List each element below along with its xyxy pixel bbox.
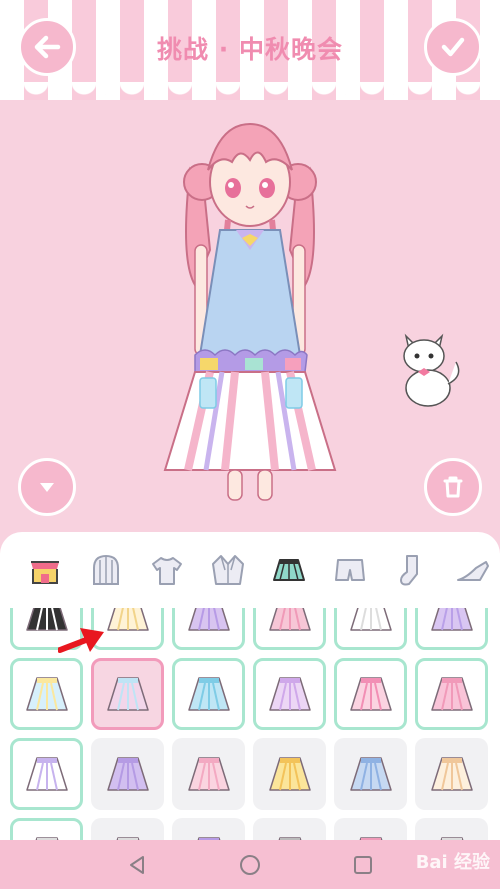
jacket-icon	[211, 555, 244, 585]
item-cell[interactable]	[10, 738, 83, 810]
item-cell[interactable]	[415, 738, 488, 810]
red-arrow-icon	[58, 628, 104, 653]
skirt-item-icon	[430, 677, 473, 711]
skirt-item-icon	[359, 837, 382, 840]
category-tabbar	[0, 532, 500, 608]
nav-back-button[interactable]	[122, 850, 152, 880]
skirt-icon	[272, 559, 305, 581]
trash-button[interactable]	[424, 458, 482, 516]
skirt-item-icon	[440, 837, 463, 840]
skirt-item-icon	[106, 608, 149, 631]
skirt-item-icon	[268, 608, 311, 631]
character-avatar	[163, 122, 337, 501]
item-row	[10, 818, 500, 840]
item-cell[interactable]	[172, 818, 245, 840]
tab-shoes[interactable]	[441, 540, 500, 600]
nav-back-icon	[129, 855, 144, 874]
item-cell[interactable]	[415, 818, 488, 840]
awning-scallop	[0, 82, 500, 104]
item-row	[10, 658, 500, 730]
skirt-item-icon	[268, 757, 311, 791]
shorts-icon	[334, 559, 365, 581]
tab-hair[interactable]	[75, 540, 136, 600]
arrow-left-icon	[34, 35, 61, 59]
item-cell[interactable]	[334, 818, 407, 840]
nav-recents-button[interactable]	[348, 850, 378, 880]
cat-pet-icon	[403, 333, 460, 407]
tab-top[interactable]	[136, 540, 197, 600]
skirt-item-icon	[25, 677, 68, 711]
sock-icon	[399, 555, 418, 586]
watermark: Bai 经验	[415, 852, 490, 873]
tab-shop[interactable]	[14, 540, 75, 600]
skirt-item-icon	[278, 837, 301, 840]
item-cell[interactable]	[334, 608, 407, 650]
confirm-button[interactable]	[424, 18, 482, 76]
skirt-item-icon	[25, 757, 68, 791]
item-cell[interactable]	[10, 818, 83, 840]
tab-skirt[interactable]	[258, 540, 319, 600]
skirt-item-icon	[106, 677, 149, 711]
skirt-item-icon	[268, 677, 311, 711]
item-cell[interactable]	[91, 818, 164, 840]
item-cell[interactable]	[172, 608, 245, 650]
item-cell[interactable]	[91, 738, 164, 810]
triangle-down-icon	[40, 483, 54, 492]
back-button[interactable]	[18, 18, 76, 76]
item-cell[interactable]	[415, 608, 488, 650]
tab-coat[interactable]	[197, 540, 258, 600]
nav-home-button[interactable]	[235, 850, 265, 880]
hair-icon	[92, 554, 119, 585]
item-cell[interactable]	[415, 658, 488, 730]
item-row	[10, 738, 500, 810]
skirt-item-icon	[197, 837, 220, 840]
item-cell[interactable]	[253, 658, 326, 730]
skirt-item-icon	[349, 677, 392, 711]
checkmark-icon	[441, 37, 465, 57]
tshirt-icon	[151, 557, 182, 585]
shoe-icon	[456, 561, 489, 581]
nav-home-icon	[239, 854, 260, 875]
item-cell[interactable]	[172, 658, 245, 730]
skirt-item-icon	[106, 757, 149, 791]
item-cell[interactable]	[10, 658, 83, 730]
collapse-button[interactable]	[18, 458, 76, 516]
shop-icon	[30, 561, 59, 584]
skirt-item-icon	[187, 757, 230, 791]
item-cell[interactable]	[172, 738, 245, 810]
tab-pants[interactable]	[319, 540, 380, 600]
item-cell[interactable]	[253, 608, 326, 650]
skirt-item-icon	[349, 757, 392, 791]
skirt-item-icon	[349, 608, 392, 631]
skirt-item-icon	[430, 757, 473, 791]
skirt-item-icon	[430, 608, 473, 631]
item-cell[interactable]	[253, 738, 326, 810]
skirt-item-icon	[187, 677, 230, 711]
tab-socks[interactable]	[380, 540, 441, 600]
skirt-item-icon	[35, 837, 58, 840]
item-cell[interactable]	[253, 818, 326, 840]
item-cell[interactable]	[334, 738, 407, 810]
item-cell-selected[interactable]	[91, 658, 164, 730]
item-cell[interactable]	[334, 658, 407, 730]
skirt-item-icon	[187, 608, 230, 631]
skirt-item-icon	[116, 837, 139, 840]
trash-icon	[443, 476, 463, 498]
nav-recents-icon	[354, 855, 373, 874]
